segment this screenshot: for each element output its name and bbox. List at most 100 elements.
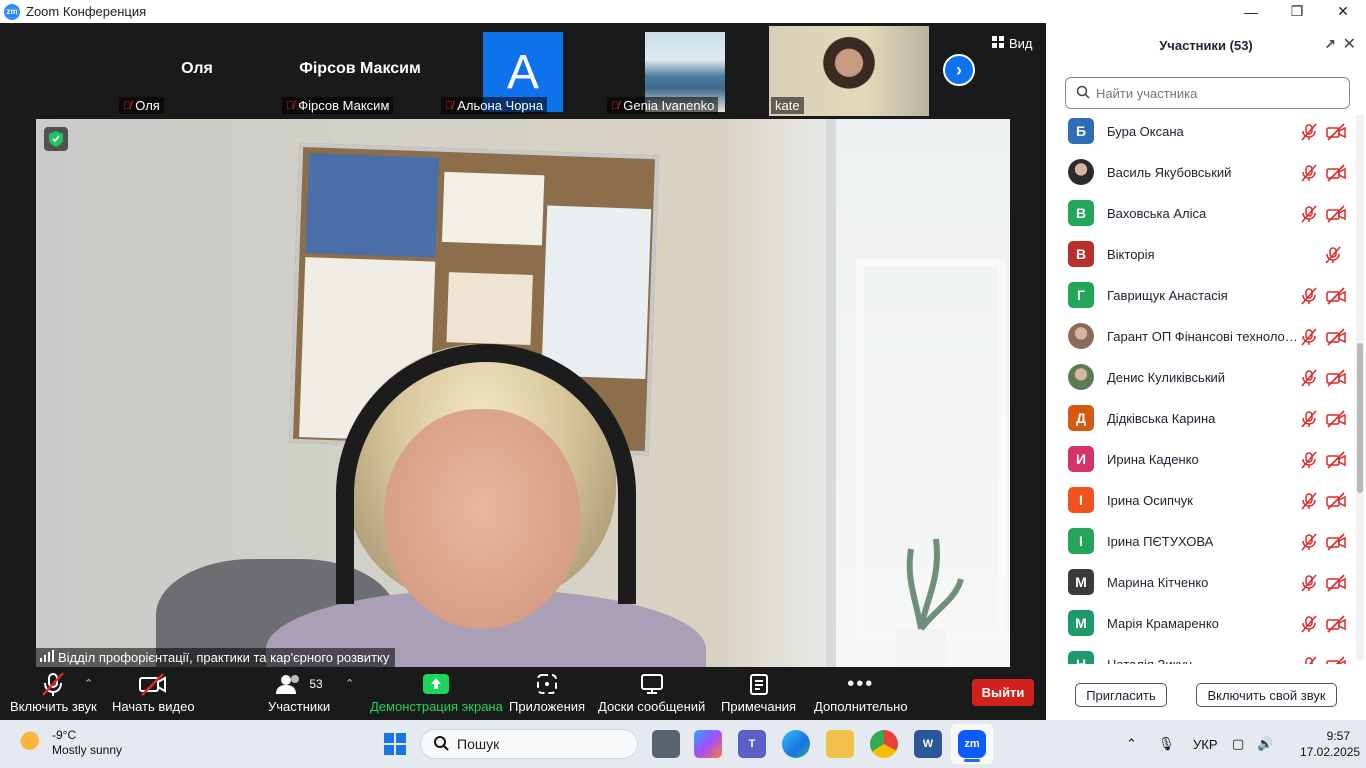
participant-row[interactable]: Г Гаврищук Анастасія [1046,279,1356,320]
invite-button[interactable]: Пригласить [1075,683,1167,707]
start-video-button[interactable]: Начать видео [112,669,195,714]
participant-row[interactable]: В Ваховська Аліса [1046,197,1356,238]
show-hidden-icons-icon[interactable]: ⌃ [1126,720,1137,768]
video-strip: Оля 🎙̸ Оля Фірсов Максим 🎙̸ Фірсов Максим … [0,23,1046,117]
participants-count: 53 [309,677,323,691]
minimize-button[interactable]: — [1228,0,1274,23]
participant-scrollbar[interactable] [1356,115,1364,660]
maximize-button[interactable]: ❐ [1274,0,1320,23]
participant-avatar: Г [1068,282,1094,308]
active-speaker-video[interactable]: Відділ профорієнтації, практики та кар'є… [36,119,1010,667]
participant-row[interactable]: І Ірина ПЄТУХОВА [1046,525,1356,566]
unmute-button[interactable]: Включить звук [10,669,97,714]
video-off-icon [1326,615,1346,638]
participant-row[interactable]: Василь Якубовський [1046,156,1356,197]
taskbar-search[interactable]: Пошук [420,729,638,759]
language-indicator[interactable]: УКР [1193,720,1218,768]
copilot-icon[interactable] [694,730,722,758]
view-button[interactable]: Вид [992,36,1033,51]
panel-header: Участники (53) ↗ ✕ [1046,23,1366,67]
mic-muted-icon [1324,246,1342,269]
more-button[interactable]: ••• Дополнительно [814,669,908,715]
leave-button[interactable]: Выйти [972,679,1034,706]
whiteboards-button[interactable]: Доски сообщений [598,669,705,714]
mic-muted-icon [1300,615,1318,638]
participant-photo [1068,323,1094,349]
weather-widget[interactable]: -9°C Mostly sunny [20,728,122,758]
video-off-icon [1326,123,1346,146]
mic-muted-icon [40,669,66,699]
encryption-shield-icon[interactable] [44,127,68,151]
participant-avatar: Д [1068,405,1094,431]
participant-row[interactable]: М Марія Крамаренко [1046,607,1356,648]
clock[interactable]: 9:57 17.02.2025 [1300,728,1360,760]
participants-icon: 53 [275,669,323,699]
video-tile[interactable]: Фірсов Максим 🎙̸ Фірсов Максим [280,26,440,116]
participant-search[interactable] [1065,77,1350,109]
participant-row[interactable]: І Ірина Осипчук [1046,484,1356,525]
chrome-icon[interactable] [870,730,898,758]
participant-name: Ірина Осипчук [1107,493,1193,508]
tile-label: Фірсов Максим [298,98,390,113]
participant-row[interactable]: Гарант ОП Фінансові технологі... [1046,320,1356,361]
mic-muted-icon [1300,205,1318,228]
video-off-icon [1326,287,1346,310]
audio-options-caret-icon[interactable]: ⌃ [84,677,93,690]
start-video-label: Начать видео [112,699,195,714]
participant-list: Б Бура Оксана Василь Якубовський В Ваховська… [1046,115,1356,664]
meeting-toolbar: Включить звук ⌃ Начать видео 53 Участник… [0,667,1046,720]
participant-name: Наталія Зикун [1107,657,1299,664]
task-view-icon[interactable] [652,730,680,758]
volume-icon[interactable]: 🔊 [1257,720,1273,768]
participant-row[interactable]: Денис Куликівський [1046,361,1356,402]
mic-muted-icon: 🎙̸ [445,99,454,112]
apps-button[interactable]: Приложения [509,669,585,714]
share-screen-label: Демонстрация экрана [370,699,503,714]
word-icon[interactable]: W [914,730,942,758]
participants-caret-icon[interactable]: ⌃ [345,677,354,690]
file-explorer-icon[interactable] [826,730,854,758]
microphone-icon[interactable]: 🎙 [1158,720,1175,768]
participants-button[interactable]: 53 Участники [268,669,330,714]
unmute-self-button[interactable]: Включить свой звук [1196,683,1337,707]
video-tile[interactable]: Оля 🎙̸ Оля [117,26,277,116]
teams-icon[interactable]: T [738,730,766,758]
notes-button[interactable]: Примечания [721,669,796,714]
notes-label: Примечания [721,699,797,714]
participant-row[interactable]: В Вікторія [1046,238,1356,279]
whiteboard-icon [640,669,664,699]
panel-footer: Пригласить Включить свой звук [1046,678,1366,720]
more-dots-icon: ••• [847,672,875,695]
participant-name: Василь Якубовський [1107,165,1232,180]
video-tile[interactable]: 🎙̸ Genia Ivanenko [605,26,765,116]
participant-row[interactable]: Б Бура Оксана [1046,115,1356,156]
active-indicator [964,759,980,762]
mic-muted-icon [1300,123,1318,146]
video-off-icon [1326,164,1346,187]
search-input[interactable] [1096,85,1336,101]
network-icon[interactable]: ▢ [1232,720,1244,768]
meeting-area: Оля 🎙̸ Оля Фірсов Максим 🎙̸ Фірсов Максим … [0,23,1046,720]
windows-start-icon[interactable] [384,733,406,755]
share-screen-button[interactable]: Демонстрация экрана [370,669,503,714]
title-bar: zm Zoom Конференция — ❐ ✕ [0,0,1366,23]
next-page-button[interactable]: › [943,54,975,86]
weather-temp: -9°C [52,728,77,742]
edge-icon[interactable] [782,730,810,758]
participant-row[interactable]: Н Наталія Зикун [1046,648,1356,664]
close-panel-icon[interactable]: ✕ [1343,34,1356,54]
mic-muted-icon [1300,369,1318,392]
participant-row[interactable]: М Марина Кітченко [1046,566,1356,607]
video-tile[interactable]: A 🎙̸ Альона Чорна [439,26,599,116]
clock-time: 9:57 [1326,729,1350,743]
participant-row[interactable]: Д Дідківська Карина [1046,402,1356,443]
speaker-name-label: Відділ профорієнтації, практики та кар'є… [36,648,396,667]
zoom-taskbar-app[interactable]: zm [951,724,993,764]
video-tile[interactable]: kate [769,26,929,116]
participant-row[interactable]: И Ирина Каденко [1046,443,1356,484]
scroll-thumb[interactable] [1357,343,1363,493]
pop-out-icon[interactable]: ↗ [1324,36,1336,53]
close-window-button[interactable]: ✕ [1320,0,1366,23]
participant-name: Вікторія [1107,247,1155,262]
participant-avatar: В [1068,241,1094,267]
